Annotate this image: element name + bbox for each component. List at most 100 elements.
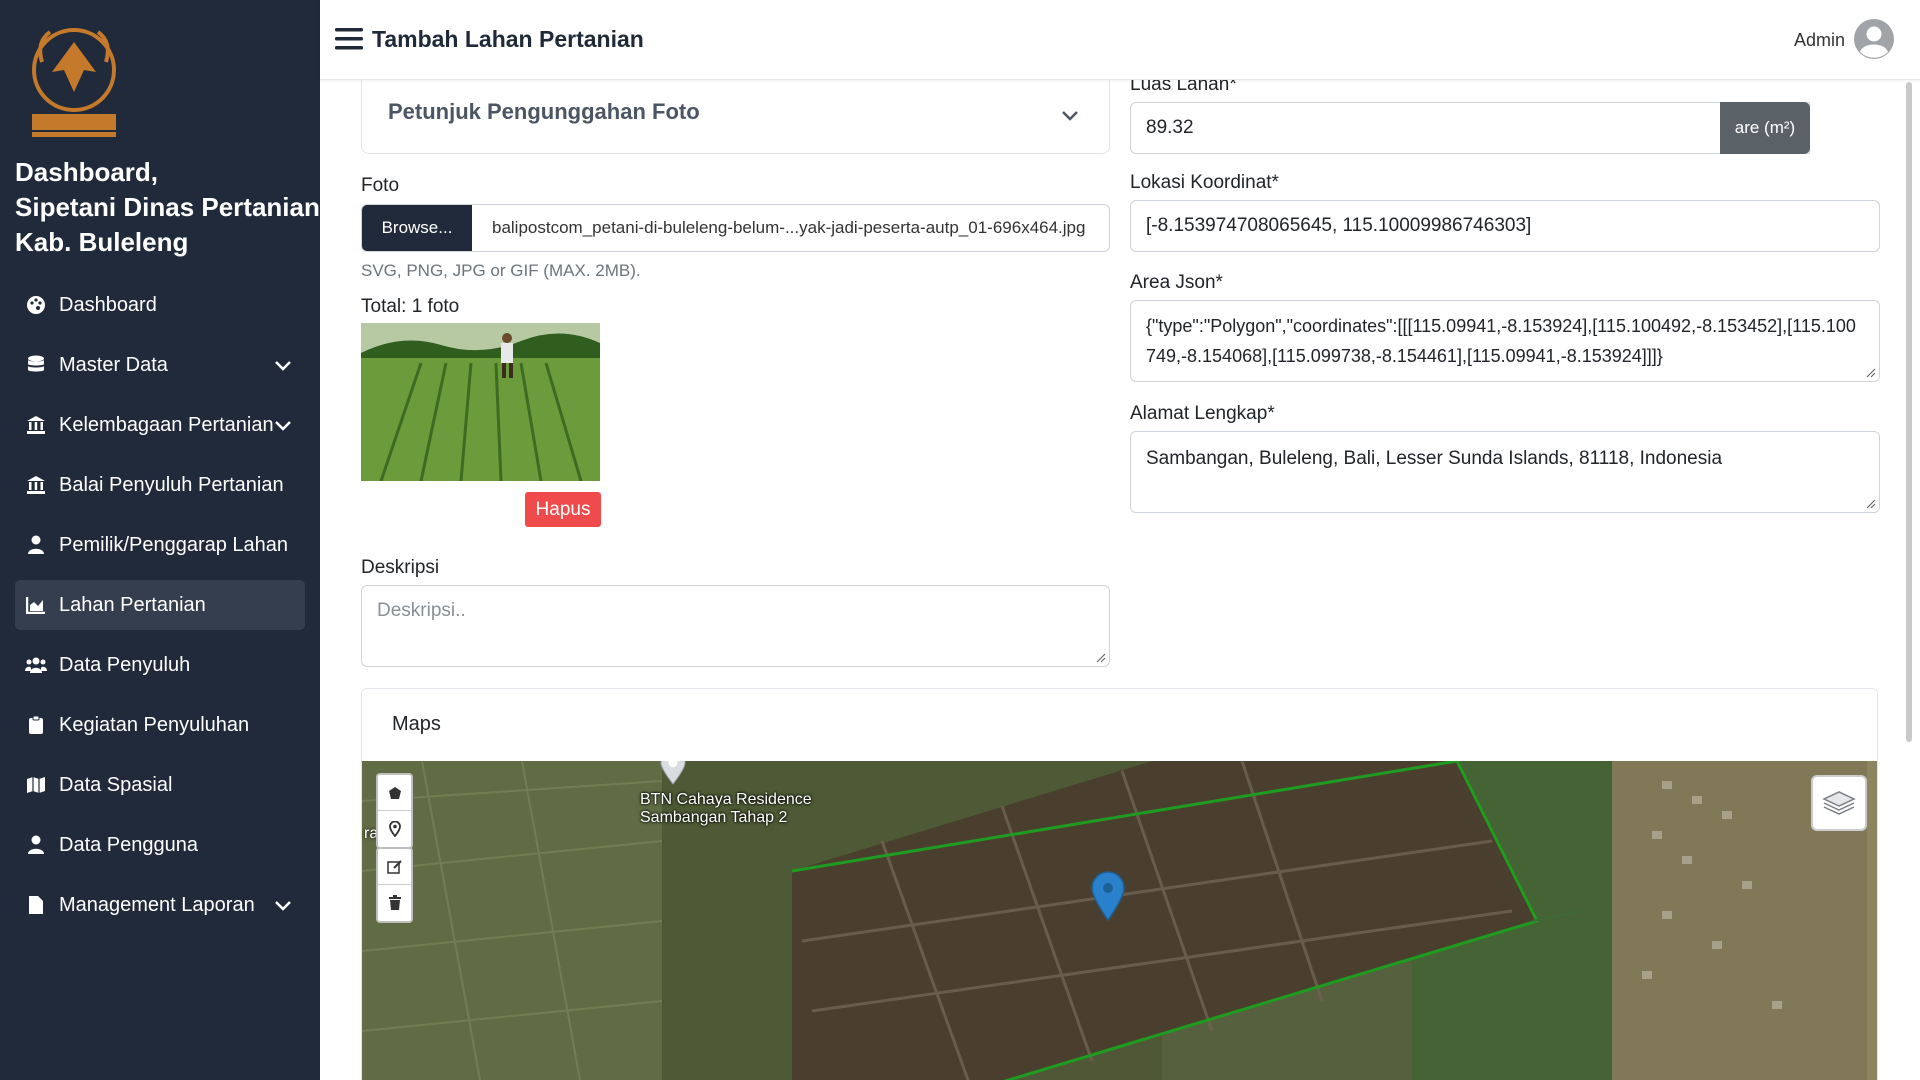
- maps-title: Maps: [362, 689, 1877, 759]
- resize-handle-icon[interactable]: [1864, 497, 1876, 509]
- browse-button[interactable]: Browse...: [362, 205, 472, 251]
- luas-unit: are (m²): [1720, 102, 1810, 154]
- map-place-label: BTN Cahaya Residence Sambangan Tahap 2: [640, 791, 812, 827]
- map-icon: [25, 774, 47, 796]
- sidebar-item-data-pengguna[interactable]: Data Pengguna: [15, 820, 305, 870]
- maps-card: Maps BTN Cahaya Residence Sambangan Taha…: [361, 688, 1878, 1080]
- alamat-value: Sambangan, Buleleng, Bali, Lesser Sunda …: [1146, 448, 1723, 469]
- area-json-label: Area Json*: [1130, 272, 1223, 293]
- hamburger-menu-icon[interactable]: [335, 27, 363, 51]
- sidebar-item-label: Data Penyuluh: [59, 653, 191, 676]
- draw-marker-button[interactable]: [378, 811, 411, 847]
- koordinat-input[interactable]: [-8.153974708065645, 115.10009986746303]: [1130, 200, 1880, 252]
- palette-icon: [25, 294, 47, 316]
- luas-label: Luas Lahan*: [1130, 80, 1237, 95]
- map-place-line-2: Sambangan Tahap 2: [640, 809, 788, 826]
- chevron-down-icon: [1062, 111, 1078, 121]
- user-icon: [25, 534, 47, 556]
- sidebar: Dashboard, Sipetani Dinas Pertanian Kab.…: [0, 0, 320, 1080]
- user-name[interactable]: Admin: [1794, 30, 1845, 51]
- sidebar-nav: Dashboard Master Data Kelembagaan Pertan…: [15, 280, 305, 940]
- file-icon: [25, 894, 47, 916]
- sidebar-item-label: Balai Penyuluh Pertanian: [59, 473, 284, 496]
- file-input[interactable]: Browse... balipostcom_petani-di-buleleng…: [361, 204, 1110, 252]
- sidebar-item-label: Master Data: [59, 353, 168, 376]
- deskripsi-textarea[interactable]: Deskripsi..: [361, 585, 1110, 667]
- edit-icon: [386, 859, 402, 874]
- sidebar-item-label: Kelembagaan Pertanian: [59, 413, 274, 436]
- area-json-textarea[interactable]: {"type":"Polygon","coordinates":[[[115.0…: [1130, 300, 1880, 382]
- sidebar-item-label: Management Laporan: [59, 893, 255, 916]
- topbar: Tambah Lahan Pertanian Admin: [320, 0, 1920, 80]
- sidebar-item-kelembagaan[interactable]: Kelembagaan Pertanian: [15, 400, 305, 450]
- page-title: Tambah Lahan Pertanian: [372, 26, 644, 52]
- chevron-down-icon: [275, 901, 291, 911]
- users-icon: [25, 654, 47, 676]
- sidebar-item-label: Dashboard: [59, 293, 157, 316]
- page-scrollbar[interactable]: [1906, 82, 1912, 742]
- delete-layers-button[interactable]: [378, 885, 411, 921]
- marker-icon: [388, 821, 401, 837]
- distan-logo: [32, 28, 116, 137]
- avatar[interactable]: [1853, 18, 1895, 60]
- brand-line-3: Kab. Buleleng: [15, 227, 189, 257]
- polygon-icon: [388, 786, 401, 799]
- sidebar-item-lahan-pertanian[interactable]: Lahan Pertanian: [15, 580, 305, 630]
- sidebar-item-master-data[interactable]: Master Data: [15, 340, 305, 390]
- sidebar-item-kegiatan[interactable]: Kegiatan Penyuluhan: [15, 700, 305, 750]
- user-icon: [25, 834, 47, 856]
- alamat-textarea[interactable]: Sambangan, Buleleng, Bali, Lesser Sunda …: [1130, 431, 1880, 513]
- luas-value: 89.32: [1146, 117, 1194, 138]
- sidebar-item-label: Data Spasial: [59, 773, 173, 796]
- edit-toolbar: [376, 847, 413, 923]
- sidebar-item-balai-penyuluh[interactable]: Balai Penyuluh Pertanian: [15, 460, 305, 510]
- brand-title: Dashboard, Sipetani Dinas Pertanian Kab.…: [15, 155, 320, 260]
- brand-line-1: Dashboard,: [15, 157, 159, 187]
- brand-line-2: Sipetani Dinas Pertanian: [15, 192, 320, 222]
- chart-area-icon: [25, 594, 47, 616]
- institution-icon: [25, 474, 47, 496]
- accordion-label: Petunjuk Pengunggahan Foto: [388, 99, 700, 124]
- database-icon: [25, 354, 47, 376]
- resize-handle-icon[interactable]: [1864, 366, 1876, 378]
- location-marker-icon[interactable]: [1091, 871, 1125, 921]
- layers-icon: [1822, 791, 1856, 815]
- resize-handle-icon[interactable]: [1094, 651, 1106, 663]
- deskripsi-placeholder: Deskripsi..: [377, 600, 466, 621]
- sidebar-item-label: Data Pengguna: [59, 833, 199, 856]
- deskripsi-label: Deskripsi: [361, 557, 440, 578]
- map-place-line-1: BTN Cahaya Residence: [640, 791, 812, 808]
- sidebar-item-dashboard[interactable]: Dashboard: [15, 280, 305, 330]
- photo-total: Total: 1 foto: [361, 296, 460, 317]
- delete-photo-button[interactable]: Hapus: [525, 492, 601, 527]
- area-json-value: {"type":"Polygon","coordinates":[[[115.0…: [1146, 316, 1856, 366]
- uploaded-photo: [361, 323, 600, 481]
- sidebar-item-pemilik[interactable]: Pemilik/Penggarap Lahan: [15, 520, 305, 570]
- draw-polygon-button[interactable]: [378, 775, 411, 811]
- main-content: Petunjuk Pengunggahan Foto Foto Browse..…: [320, 80, 1920, 1080]
- sidebar-item-data-spasial[interactable]: Data Spasial: [15, 760, 305, 810]
- trash-icon: [388, 895, 401, 910]
- file-name: balipostcom_petani-di-buleleng-belum-...…: [492, 218, 1086, 237]
- clipboard-icon: [25, 714, 47, 736]
- sidebar-item-management-laporan[interactable]: Management Laporan: [15, 880, 305, 930]
- luas-input[interactable]: 89.32: [1130, 102, 1810, 154]
- alamat-label: Alamat Lengkap*: [1130, 403, 1275, 424]
- chevron-down-icon: [275, 421, 291, 431]
- satellite-map[interactable]: BTN Cahaya Residence Sambangan Tahap 2 r…: [362, 761, 1877, 1080]
- draw-toolbar: [376, 773, 413, 849]
- layers-control[interactable]: [1811, 775, 1867, 831]
- sidebar-item-data-penyuluh[interactable]: Data Penyuluh: [15, 640, 305, 690]
- edit-layers-button[interactable]: [378, 849, 411, 885]
- chevron-down-icon: [275, 361, 291, 371]
- photo-guide-accordion[interactable]: Petunjuk Pengunggahan Foto: [361, 80, 1110, 154]
- sidebar-item-label: Pemilik/Penggarap Lahan: [59, 533, 289, 556]
- koordinat-value: [-8.153974708065645, 115.10009986746303]: [1146, 215, 1532, 236]
- file-hint: SVG, PNG, JPG or GIF (MAX. 2MB).: [361, 261, 641, 280]
- sidebar-item-label: Lahan Pertanian: [59, 593, 206, 616]
- koordinat-label: Lokasi Koordinat*: [1130, 172, 1279, 193]
- institution-icon: [25, 414, 47, 436]
- place-marker-icon: [660, 761, 686, 785]
- sidebar-item-label: Kegiatan Penyuluhan: [59, 713, 250, 736]
- foto-label: Foto: [361, 175, 400, 196]
